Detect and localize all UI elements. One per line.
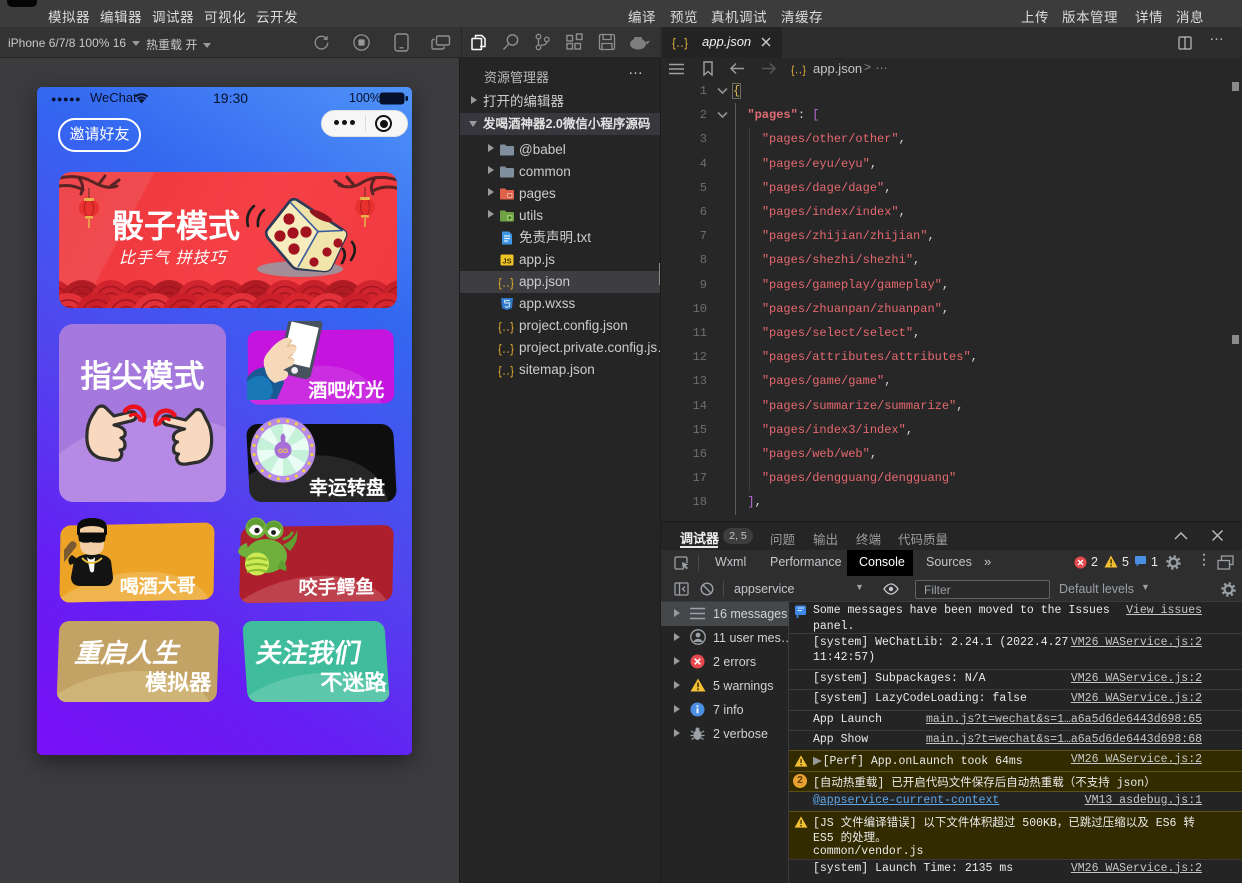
svg-text:{..}: {..} (672, 37, 688, 50)
svg-text:{..}: {..} (791, 66, 806, 77)
svg-text:GO: GO (278, 448, 288, 455)
svg-text:{..}: {..} (498, 343, 514, 357)
svg-text:{..}: {..} (498, 321, 514, 335)
svg-text:{..}: {..} (498, 277, 514, 291)
svg-text:{..}: {..} (498, 365, 514, 379)
svg-text:JS: JS (502, 257, 511, 266)
